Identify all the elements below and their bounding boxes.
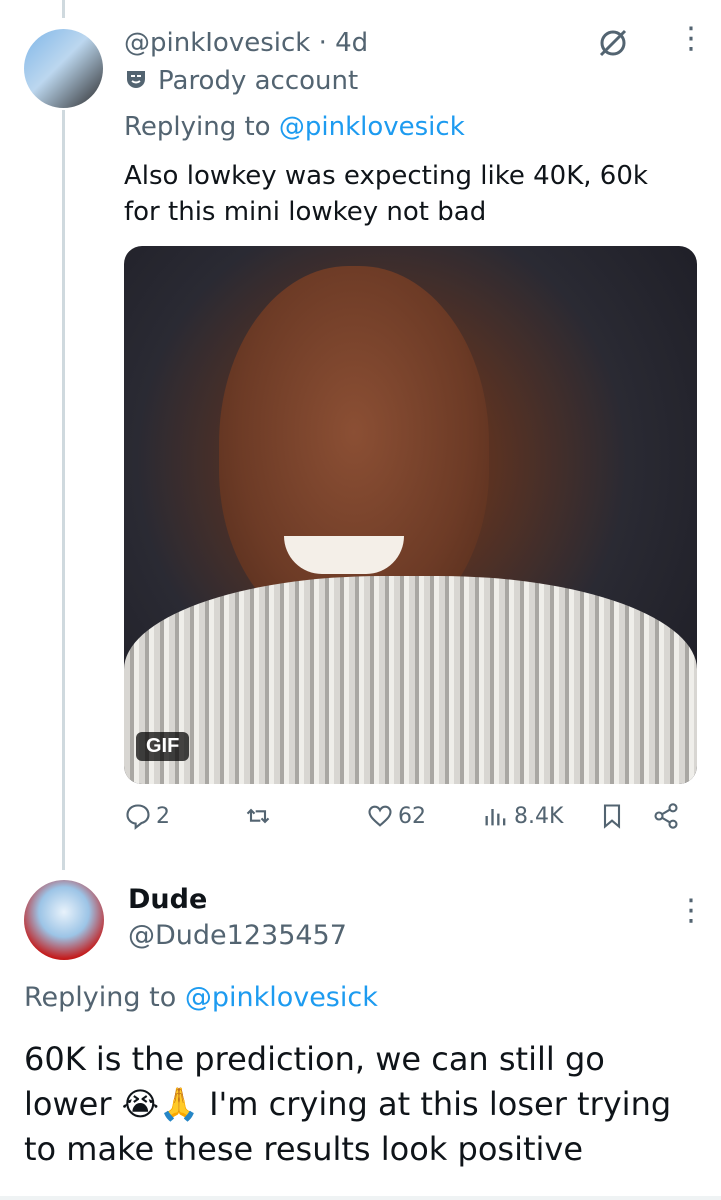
grok-icon[interactable] [596, 26, 630, 67]
bookmark-icon [603, 804, 621, 829]
tweet-text-line: lower 😭🙏 I'm crying at this loser trying [24, 1085, 672, 1123]
tweet-text: Also lowkey was expecting like 40K, 60k … [124, 158, 704, 230]
more-icon[interactable]: ⋮ [676, 24, 706, 54]
timestamp[interactable]: 4d [335, 28, 368, 58]
views-icon [485, 809, 506, 826]
replying-to: Replying to @pinklovesick [124, 112, 465, 142]
like-button[interactable]: 62 [366, 802, 426, 830]
media-figure-detail [284, 536, 404, 574]
author-handle[interactable]: @Dude1235457 [128, 920, 347, 951]
like-icon [368, 805, 392, 827]
tweet-text: 60K is the prediction, we can still go l… [24, 1037, 704, 1172]
bookmark-button[interactable] [598, 802, 630, 830]
tweet-text-line: Also lowkey was expecting like 40K, 60k [124, 161, 648, 191]
dot-separator: · [318, 28, 327, 58]
avatar[interactable] [24, 29, 103, 108]
share-icon [654, 803, 678, 829]
reply-count: 2 [156, 803, 170, 829]
gif-media[interactable]: GIF [124, 246, 697, 784]
more-icon[interactable]: ⋮ [676, 896, 706, 926]
tweet-text-line: for this mini lowkey not bad [124, 197, 487, 227]
parody-badge: Parody account [124, 66, 358, 96]
like-count: 62 [398, 803, 426, 829]
replying-prefix: Replying to [124, 112, 271, 142]
gif-badge: GIF [136, 732, 190, 761]
replying-mention-link[interactable]: @pinklovesick [185, 982, 378, 1013]
tweet-text-line: to make these results look positive [24, 1130, 584, 1168]
tweet-text-line: 60K is the prediction, we can still go [24, 1040, 605, 1078]
reply-button[interactable]: 2 [124, 802, 170, 830]
share-button[interactable] [652, 802, 684, 830]
views-count: 8.4K [514, 803, 564, 829]
parody-label: Parody account [158, 66, 359, 96]
replying-mention-link[interactable]: @pinklovesick [279, 112, 465, 142]
author-handle-row: @pinkIovesick · 4d [124, 28, 368, 58]
action-bar: 2 62 8.4K [124, 802, 704, 842]
divider [0, 1196, 721, 1200]
thread-line-top [62, 0, 65, 18]
reply-icon [126, 804, 150, 830]
replying-prefix: Replying to [24, 982, 177, 1013]
author-handle[interactable]: @pinkIovesick [124, 28, 310, 58]
author-name[interactable]: Dude [128, 884, 207, 915]
thread-line [62, 110, 65, 870]
media-figure-garment [124, 576, 697, 784]
retweet-icon [246, 808, 270, 824]
avatar[interactable] [24, 880, 104, 960]
views-button[interactable]: 8.4K [482, 802, 563, 830]
retweet-button[interactable] [244, 802, 276, 830]
parody-mask-icon [124, 67, 148, 91]
replying-to: Replying to @pinklovesick [24, 982, 378, 1013]
